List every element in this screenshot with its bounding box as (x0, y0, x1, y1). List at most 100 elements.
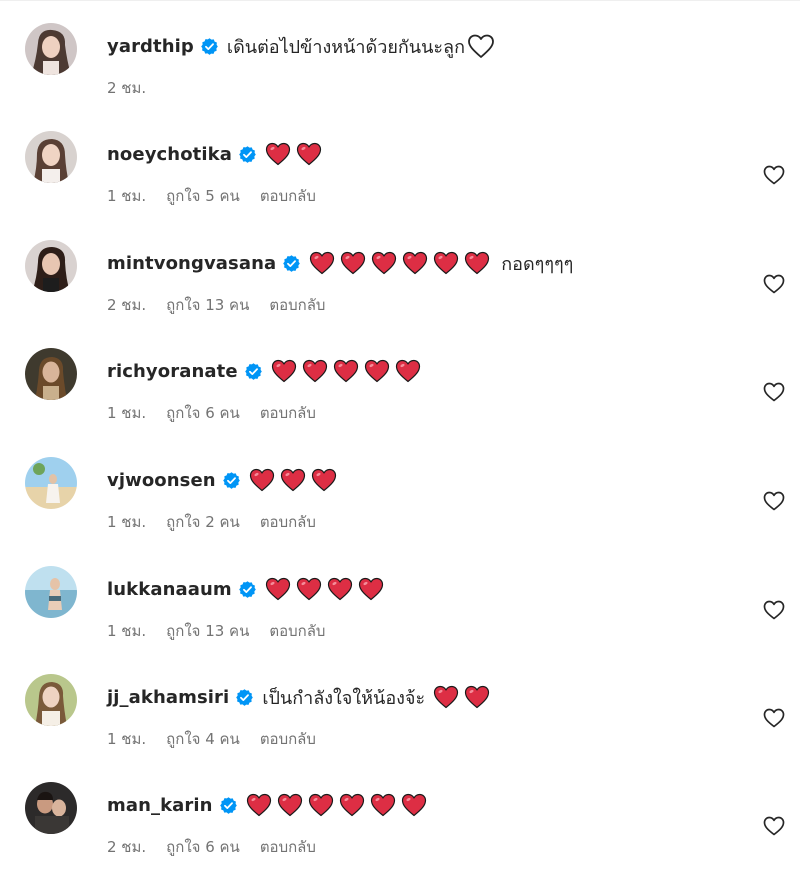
username[interactable]: yardthip (107, 36, 194, 57)
reply-button[interactable]: ตอบกลับ (260, 510, 316, 534)
comment-likes[interactable]: ถูกใจ 4 คน (166, 727, 240, 751)
heart-outline-icon (763, 165, 785, 185)
red-heart-emoji (402, 251, 428, 275)
verified-badge-icon (244, 362, 263, 381)
username[interactable]: mintvongvasana (107, 253, 276, 274)
red-heart-emoji (401, 793, 427, 817)
reply-button[interactable]: ตอบกลับ (260, 184, 316, 208)
avatar[interactable] (25, 674, 77, 726)
comment-meta: 2 ชม. ถูกใจ 13 คน ตอบกลับ (107, 293, 325, 317)
reply-button[interactable]: ตอบกลับ (260, 401, 316, 425)
red-heart-emoji (370, 793, 396, 817)
verified-badge-icon (219, 796, 238, 815)
heart-outline-icon (763, 382, 785, 402)
heart-outline-icon (763, 491, 785, 511)
username[interactable]: richyoranate (107, 361, 238, 382)
avatar[interactable] (25, 23, 77, 75)
comment-likes[interactable]: ถูกใจ 6 คน (166, 835, 240, 859)
comment-likes[interactable]: ถูกใจ 2 คน (166, 510, 240, 534)
like-button[interactable] (763, 708, 785, 728)
comment-body: man_karin (107, 790, 432, 820)
comment-body: vjwoonsen (107, 465, 342, 495)
avatar[interactable] (25, 782, 77, 834)
comment-meta: 1 ชม. ถูกใจ 5 คน ตอบกลับ (107, 184, 316, 208)
comment-likes[interactable]: ถูกใจ 13 คน (166, 619, 249, 643)
reply-button[interactable]: ตอบกลับ (269, 293, 325, 317)
comment-item: vjwoonsen 1 ชม. ถูกใจ 2 คน ตอบกลับ (0, 454, 800, 554)
comment-item: jj_akhamsiri เป็นกำลังใจให้น้องจ้ะ 1 ชม.… (0, 671, 800, 771)
red-heart-emoji (433, 685, 459, 709)
comment-time: 2 ชม. (107, 79, 147, 97)
username[interactable]: man_karin (107, 795, 213, 816)
red-heart-emoji (265, 142, 291, 166)
red-heart-emoji (395, 359, 421, 383)
avatar[interactable] (25, 457, 77, 509)
username[interactable]: vjwoonsen (107, 470, 216, 491)
comment-body: mintvongvasana กอดๆๆๆๆ (107, 248, 573, 278)
comment-time: 1 ชม. (107, 404, 147, 422)
heart-outline-icon (763, 600, 785, 620)
heart-outline-icon (763, 274, 785, 294)
comment-item: noeychotika 1 ชม. ถูกใจ 5 คน ตอบกลับ (0, 128, 800, 228)
red-heart-emoji (327, 577, 353, 601)
red-heart-emoji (280, 468, 306, 492)
heart-emojis (265, 577, 389, 601)
heart-outline-icon (763, 816, 785, 836)
comment-text: เป็นกำลังใจให้น้องจ้ะ (262, 687, 426, 709)
like-button[interactable] (763, 491, 785, 511)
red-heart-emoji (277, 793, 303, 817)
comment-body: noeychotika (107, 139, 327, 169)
like-button[interactable] (763, 274, 785, 294)
reply-button[interactable]: ตอบกลับ (260, 727, 316, 751)
red-heart-emoji (308, 793, 334, 817)
red-heart-emoji (302, 359, 328, 383)
red-heart-emoji (249, 468, 275, 492)
comment-likes[interactable]: ถูกใจ 5 คน (166, 184, 240, 208)
verified-badge-icon (238, 145, 257, 164)
username[interactable]: lukkanaaum (107, 579, 232, 600)
red-heart-emoji (296, 577, 322, 601)
like-button[interactable] (763, 382, 785, 402)
comment-likes[interactable]: ถูกใจ 6 คน (166, 401, 240, 425)
comment-body: lukkanaaum (107, 574, 389, 604)
comment-likes[interactable]: ถูกใจ 13 คน (166, 293, 249, 317)
heart-emojis (433, 685, 495, 709)
red-heart-emoji (296, 142, 322, 166)
red-heart-emoji (246, 793, 272, 817)
heart-emojis (265, 142, 327, 166)
comment-time: 1 ชม. (107, 622, 147, 640)
verified-badge-icon (222, 471, 241, 490)
comment-meta: 1 ชม. ถูกใจ 2 คน ตอบกลับ (107, 510, 316, 534)
comment-item: man_karin 2 ชม. ถูกใจ 6 คน ตอบกลับ (0, 779, 800, 879)
like-button[interactable] (763, 816, 785, 836)
verified-badge-icon (200, 37, 219, 56)
red-heart-emoji (464, 685, 490, 709)
comment-meta: 2 ชม. ถูกใจ 6 คน ตอบกลับ (107, 835, 316, 859)
username[interactable]: jj_akhamsiri (107, 687, 229, 708)
verified-badge-icon (238, 580, 257, 599)
comment-item: mintvongvasana กอดๆๆๆๆ 2 ชม. ถูกใจ 13 คน… (0, 237, 800, 337)
heart-emojis (249, 468, 342, 492)
red-heart-emoji (265, 577, 291, 601)
red-heart-emoji (364, 359, 390, 383)
comment-meta: 1 ชม. ถูกใจ 6 คน ตอบกลับ (107, 401, 316, 425)
comment-time: 1 ชม. (107, 730, 147, 748)
comment-time: 1 ชม. (107, 187, 147, 205)
red-heart-emoji (340, 251, 366, 275)
comments-list: yardthip เดินต่อไปข้างหน้าด้วยกันนะลูก 2… (0, 0, 800, 861)
comment-time: 2 ชม. (107, 296, 147, 314)
verified-badge-icon (282, 254, 301, 273)
avatar[interactable] (25, 566, 77, 618)
heart-outline-icon (763, 708, 785, 728)
avatar[interactable] (25, 348, 77, 400)
username[interactable]: noeychotika (107, 144, 232, 165)
avatar[interactable] (25, 131, 77, 183)
comment-item: lukkanaaum 1 ชม. ถูกใจ 13 คน ตอบกลับ (0, 563, 800, 663)
heart-emojis (309, 251, 495, 275)
reply-button[interactable]: ตอบกลับ (260, 835, 316, 859)
like-button[interactable] (763, 165, 785, 185)
avatar[interactable] (25, 240, 77, 292)
like-button[interactable] (763, 600, 785, 620)
reply-button[interactable]: ตอบกลับ (269, 619, 325, 643)
red-heart-emoji (433, 251, 459, 275)
